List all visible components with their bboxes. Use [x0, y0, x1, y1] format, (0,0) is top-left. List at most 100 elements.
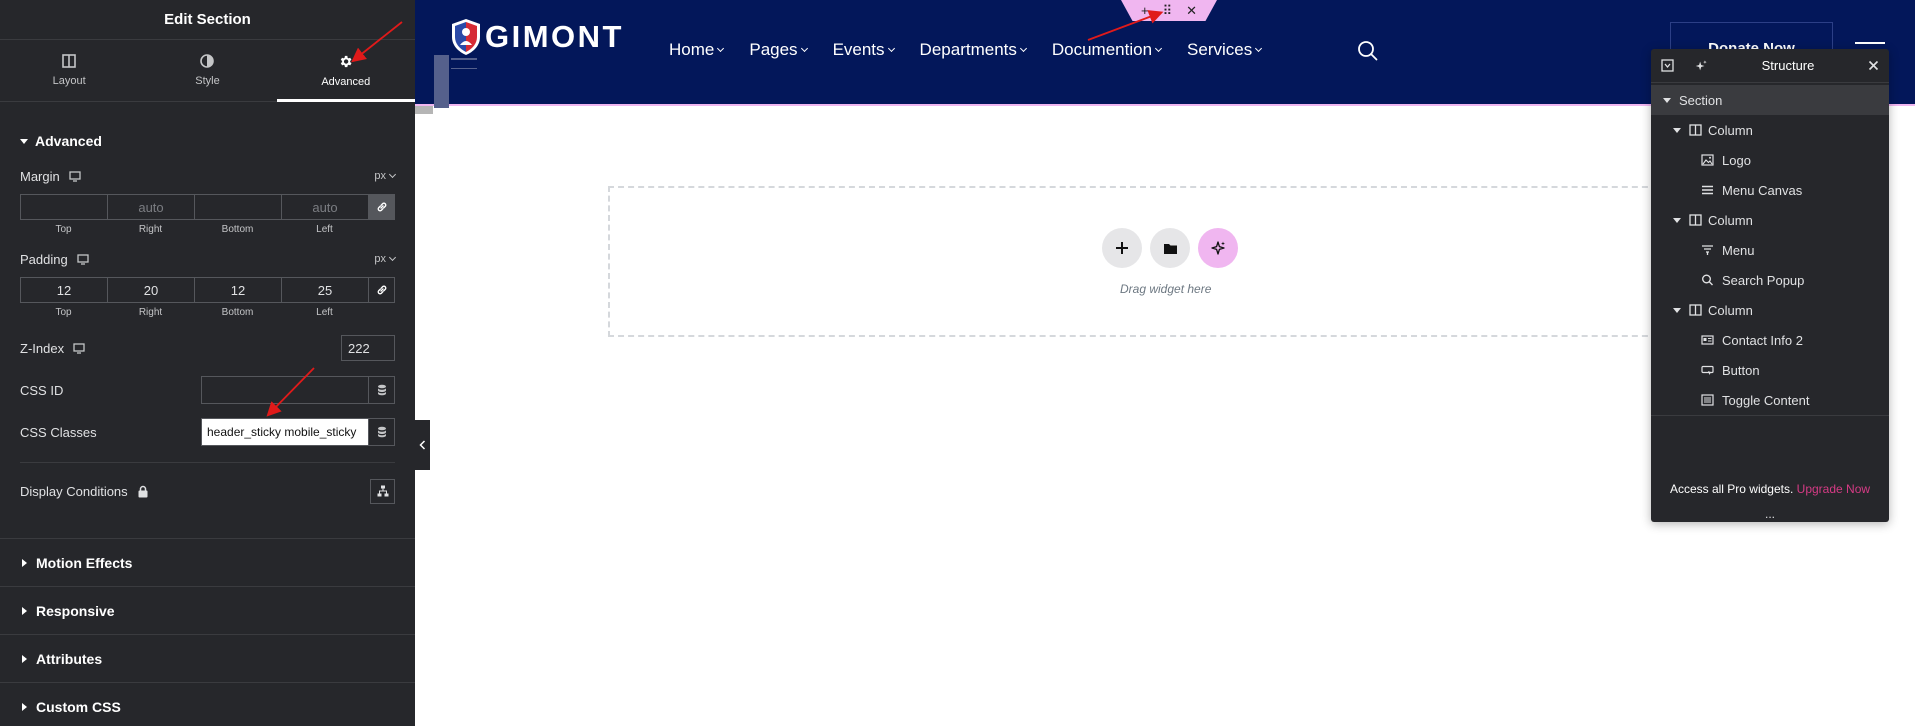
panel-collapse-button[interactable]	[415, 420, 430, 470]
margin-control-header: Margin px	[20, 166, 397, 186]
divider	[20, 462, 395, 463]
ai-generate-button[interactable]	[1198, 228, 1238, 268]
structure-item-toggle-content[interactable]: Toggle Content	[1651, 385, 1889, 415]
structure-item-search-popup[interactable]: Search Popup	[1651, 265, 1889, 295]
nav-menu-icon	[1702, 245, 1713, 255]
chevron-down-icon	[1019, 44, 1027, 53]
delete-section-button[interactable]: ✕	[1186, 4, 1197, 17]
add-new-section-button[interactable]	[1102, 228, 1142, 268]
margin-link-button[interactable]	[368, 194, 395, 220]
nav-departments[interactable]: Departments	[920, 40, 1027, 60]
padding-bottom-input[interactable]	[194, 277, 281, 303]
padding-link-button[interactable]	[368, 277, 395, 303]
structure-item-column[interactable]: Column	[1651, 205, 1889, 235]
template-library-button[interactable]	[1150, 228, 1190, 268]
padding-top-input[interactable]	[20, 277, 107, 303]
contact-card-icon	[1701, 335, 1714, 345]
custom-css-section[interactable]: Custom CSS	[0, 682, 415, 726]
chevron-down-icon	[1255, 44, 1263, 53]
divider	[1651, 415, 1889, 416]
site-logo[interactable]: GIMONT	[449, 17, 624, 57]
nav-events[interactable]: Events	[833, 40, 895, 60]
tab-advanced[interactable]: Advanced	[276, 40, 416, 102]
css-classes-input[interactable]	[201, 418, 368, 446]
structure-item-column[interactable]: Column	[1651, 115, 1889, 145]
caret-down-icon	[1673, 217, 1681, 223]
attributes-section[interactable]: Attributes	[0, 634, 415, 682]
link-icon	[377, 285, 386, 295]
nav-documention[interactable]: Documention	[1052, 40, 1163, 60]
motion-effects-section[interactable]: Motion Effects	[0, 538, 415, 586]
chevron-down-icon	[717, 44, 725, 53]
collapse-all-icon[interactable]	[1661, 59, 1674, 72]
shield-logo-icon	[452, 19, 480, 55]
upgrade-now-link[interactable]: Upgrade Now	[1797, 482, 1870, 496]
sparkles-icon	[1211, 241, 1225, 255]
tab-layout[interactable]: Layout	[0, 40, 138, 101]
menu-canvas-icon	[451, 58, 477, 77]
caret-right-icon	[22, 702, 27, 711]
z-index-input[interactable]	[341, 335, 395, 361]
z-index-label: Z-Index	[20, 340, 65, 356]
responsive-section[interactable]: Responsive	[0, 586, 415, 634]
chevron-down-icon	[800, 44, 808, 53]
search-icon	[1702, 274, 1713, 286]
margin-top-input[interactable]	[20, 194, 107, 220]
column-tab[interactable]	[415, 106, 433, 114]
structure-item-button[interactable]: Button	[1651, 355, 1889, 385]
padding-unit-select[interactable]: px	[374, 253, 397, 265]
structure-item-contact-info-2[interactable]: Contact Info 2	[1651, 325, 1889, 355]
padding-left-input[interactable]	[281, 277, 368, 303]
structure-item-column[interactable]: Column	[1651, 295, 1889, 325]
display-conditions-row: Display Conditions	[20, 477, 395, 505]
dynamic-tags-button[interactable]	[368, 376, 395, 404]
css-id-input[interactable]	[201, 376, 368, 404]
search-icon[interactable]	[1357, 40, 1378, 61]
css-id-row: CSS ID	[20, 376, 395, 404]
logo-text: GIMONT	[485, 19, 624, 54]
gear-icon	[341, 55, 352, 67]
section-handle: + ⠿ ✕	[1121, 0, 1217, 21]
css-classes-label: CSS Classes	[20, 424, 97, 440]
margin-left-input[interactable]	[281, 194, 368, 220]
nav-home[interactable]: Home	[669, 40, 725, 60]
drag-widget-hint: Drag widget here	[1120, 282, 1212, 296]
tab-style-label: Style	[195, 75, 220, 87]
desktop-icon[interactable]	[73, 342, 85, 354]
structure-item-logo[interactable]: Logo	[1651, 145, 1889, 175]
chevron-down-icon	[1155, 44, 1163, 53]
padding-right-input[interactable]	[107, 277, 194, 303]
nav-services[interactable]: Services	[1187, 40, 1263, 60]
plus-icon	[1116, 242, 1128, 254]
add-section-button[interactable]: +	[1141, 4, 1149, 17]
margin-right-input[interactable]	[107, 194, 194, 220]
ai-sparkle-icon[interactable]	[1694, 59, 1708, 73]
close-icon[interactable]	[1868, 60, 1879, 71]
display-conditions-button[interactable]	[370, 478, 395, 504]
drag-section-handle[interactable]: ⠿	[1163, 4, 1173, 17]
tab-style[interactable]: Style	[138, 40, 276, 101]
tab-advanced-label: Advanced	[321, 75, 371, 88]
structure-navigator: Structure Section Column Logo Menu Canva…	[1651, 49, 1889, 522]
database-icon	[377, 384, 386, 396]
dynamic-tags-button[interactable]	[368, 418, 395, 446]
editor-panel: Edit Section Layout Style Advanced Advan…	[0, 0, 416, 726]
desktop-icon[interactable]	[69, 170, 81, 182]
margin-bottom-input[interactable]	[194, 194, 281, 220]
advanced-section-toggle[interactable]: Advanced	[20, 128, 395, 154]
resize-handle[interactable]: ...	[1651, 508, 1889, 520]
structure-item-section[interactable]: Section	[1651, 85, 1889, 115]
structure-item-menu-canvas[interactable]: Menu Canvas	[1651, 175, 1889, 205]
tab-layout-label: Layout	[52, 75, 86, 87]
desktop-icon[interactable]	[77, 253, 89, 265]
structure-item-menu[interactable]: Menu	[1651, 235, 1889, 265]
display-conditions-label: Display Conditions	[20, 483, 128, 499]
column-handle[interactable]	[434, 55, 449, 108]
menu-lines-icon	[1702, 185, 1713, 195]
column-icon	[1689, 214, 1702, 226]
margin-unit-select[interactable]: px	[374, 170, 397, 182]
panel-title: Edit Section	[0, 0, 415, 40]
nav-pages[interactable]: Pages	[749, 40, 808, 60]
chevron-down-icon	[887, 44, 895, 53]
image-icon	[1701, 154, 1714, 166]
